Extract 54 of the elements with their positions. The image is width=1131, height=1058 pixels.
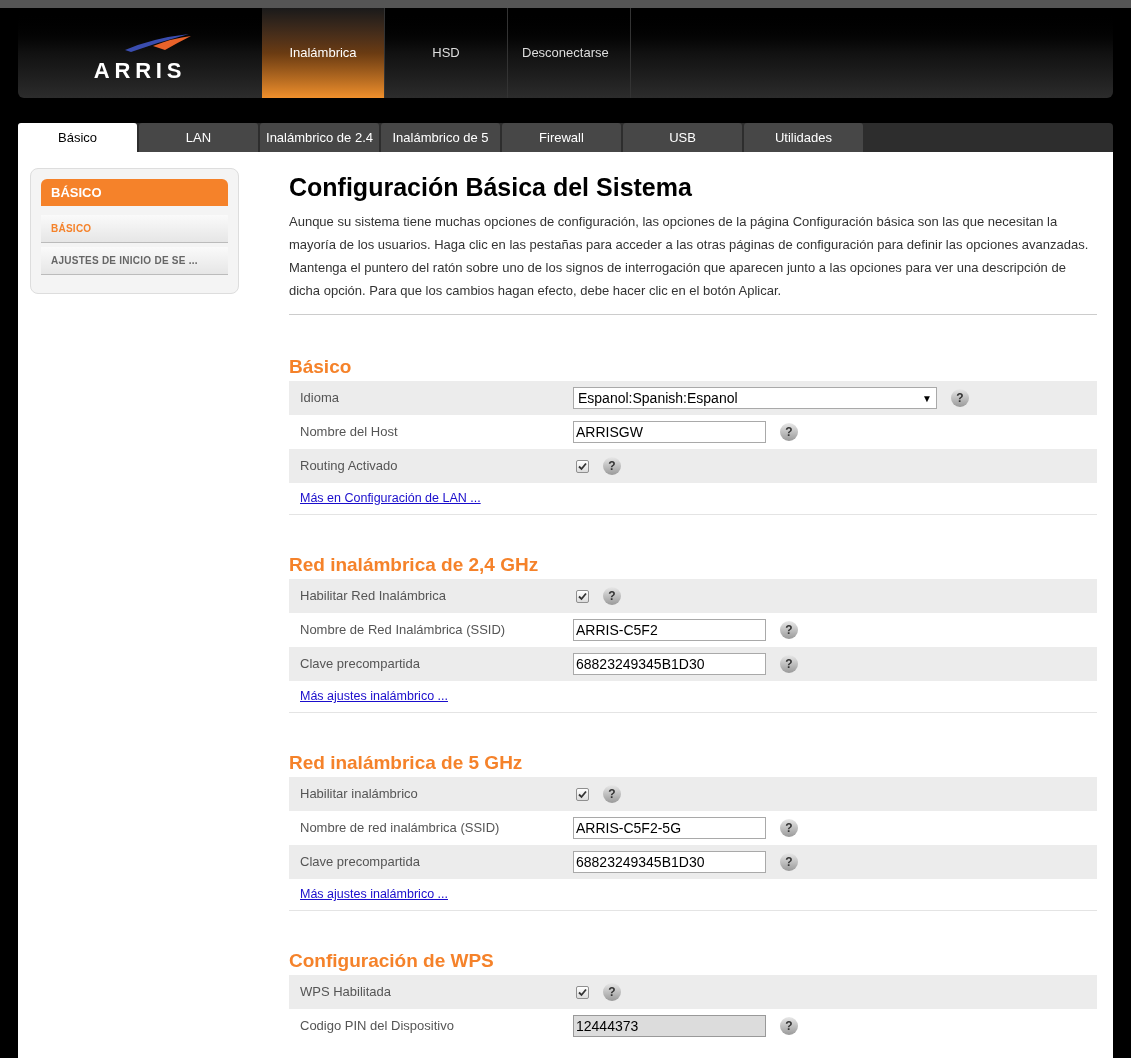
help-icon[interactable]: ? xyxy=(780,621,798,639)
settings-tab[interactable]: Utilidades xyxy=(744,123,863,152)
nav-tab[interactable]: Desconectarse xyxy=(508,8,631,98)
help-icon[interactable]: ? xyxy=(603,587,621,605)
section-heading: Básico xyxy=(289,355,353,379)
field-label: Codigo PIN del Dispositivo xyxy=(299,1017,455,1036)
help-icon[interactable]: ? xyxy=(603,785,621,803)
text-field[interactable]: ARRIS-C5F2-5G xyxy=(573,817,766,839)
page-title: Configuración Básica del Sistema xyxy=(289,172,693,202)
text-field[interactable]: 68823249345B1D30 xyxy=(573,653,766,675)
field-label: Habilitar Red Inalámbrica xyxy=(299,587,447,606)
field-label: Clave precompartida xyxy=(299,655,421,674)
text-field[interactable]: ARRISGW xyxy=(573,421,766,443)
field-label: WPS Habilitada xyxy=(299,983,393,1002)
section-heading: Red inalámbrica de 5 GHz xyxy=(289,751,524,775)
help-icon[interactable]: ? xyxy=(780,853,798,871)
section-heading: Configuración de WPS xyxy=(289,949,495,973)
settings-tab[interactable]: LAN xyxy=(139,123,258,152)
settings-tab[interactable]: Inalámbrico de 2.4 xyxy=(260,123,379,152)
help-icon[interactable]: ? xyxy=(780,819,798,837)
sidebar-title: BÁSICO xyxy=(41,179,228,206)
section-heading: Red inalámbrica de 2,4 GHz xyxy=(289,553,540,577)
help-icon[interactable]: ? xyxy=(603,457,621,475)
nav-tab[interactable]: Inalámbrica xyxy=(262,8,385,98)
settings-link[interactable]: Más en Configuración de LAN ... xyxy=(300,489,481,508)
help-icon[interactable]: ? xyxy=(780,655,798,673)
settings-link[interactable]: Más ajustes inalámbrico ... xyxy=(300,885,448,904)
settings-tab[interactable]: Básico xyxy=(18,123,137,152)
help-icon[interactable]: ? xyxy=(603,983,621,1001)
logo-text: ARRIS xyxy=(93,60,187,82)
help-icon[interactable]: ? xyxy=(780,423,798,441)
checkbox[interactable] xyxy=(576,589,589,603)
nav-tab[interactable]: HSD xyxy=(385,8,508,98)
text-field[interactable]: 68823249345B1D30 xyxy=(573,851,766,873)
field-label: Nombre del Host xyxy=(299,423,399,442)
field-label: Nombre de red inalámbrica (SSID) xyxy=(299,819,501,838)
help-icon[interactable]: ? xyxy=(951,389,969,407)
settings-link[interactable]: Más ajustes inalámbrico ... xyxy=(300,687,448,706)
field-label: Clave precompartida xyxy=(299,853,421,872)
checkbox[interactable] xyxy=(576,985,589,999)
field-label: Idioma xyxy=(299,389,341,408)
language-dropdown[interactable]: Espanol:Spanish:Espanol ▼ xyxy=(573,387,937,409)
settings-tab[interactable]: Firewall xyxy=(502,123,621,152)
settings-tab[interactable]: USB xyxy=(623,123,742,152)
sidebar-item[interactable]: AJUSTES DE INICIO DE SE ... xyxy=(41,247,228,275)
logo-swoosh-icon xyxy=(123,32,193,54)
field-label: Habilitar inalámbrico xyxy=(299,785,419,804)
page-description: Aunque su sistema tiene muchas opciones de configuración, las opciones de la página Configuración básica son las que necesitan la mayoría de los usuarios. Haga clic en las pestañas para acceder a las otras páginas de configuración para definir las opciones avanzadas. Mantenga el puntero del ratón sobre uno de los signos de interrogación que aparecen junto a las opciones para ver una descripción de dicha opción. Para que los cambios hagan efecto, debe hacer clic en el botón Aplicar. xyxy=(289,210,1097,315)
field-label: Nombre de Red Inalámbrica (SSID) xyxy=(299,621,507,640)
field-label: Routing Activado xyxy=(299,457,399,476)
checkbox[interactable] xyxy=(576,459,589,473)
text-field[interactable]: ARRIS-C5F2 xyxy=(573,619,766,641)
checkbox[interactable] xyxy=(576,787,589,801)
settings-tab[interactable]: Inalámbrico de 5 xyxy=(381,123,500,152)
